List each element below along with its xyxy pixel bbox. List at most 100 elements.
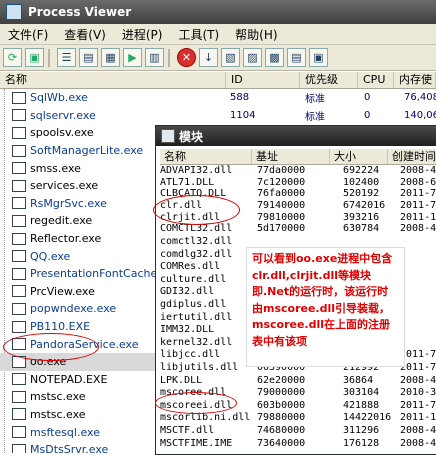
window-title: Process Viewer	[28, 5, 132, 19]
refresh-icon[interactable]: ⟳	[3, 48, 22, 67]
run-icon[interactable]: ▶	[123, 48, 142, 67]
module-name: comctl32.dll	[160, 236, 233, 248]
menu-help[interactable]: 帮助(H)	[227, 26, 285, 43]
module-row[interactable]: ATL71.DLL 7c120000 102400 2008-6	[160, 177, 436, 189]
menu-bar: 文件(F) 查看(V) 进程(P) 工具(T) 帮助(H)	[0, 24, 436, 45]
module-row[interactable]: COMCTL32.dll 5d170000 630784 2008-4	[160, 223, 436, 236]
process-row[interactable]: SqlWb.exe 588 标准 0 76,408	[0, 89, 436, 107]
process-id: 588	[230, 92, 250, 104]
modules-column-created[interactable]: 创建时间	[388, 149, 436, 164]
process-name: SqlWb.exe	[30, 91, 88, 105]
modules-column-size[interactable]: 大小	[330, 149, 388, 164]
process-name: NOTEPAD.EXE	[30, 372, 108, 386]
modules-window-icon	[161, 129, 175, 143]
module-size: 176128	[343, 437, 380, 449]
module-name: gdiplus.dll	[160, 299, 227, 310]
windows-icon[interactable]: ▨	[243, 48, 262, 67]
module-name: kernel32.dll	[160, 336, 233, 348]
column-cpu[interactable]: CPU	[358, 72, 394, 88]
process-icon	[12, 426, 26, 439]
process-id: 1104	[230, 109, 256, 121]
module-row[interactable]: MSCTF.dll 74680000 311296 2008-4	[160, 425, 436, 438]
module-created: 2008-4	[400, 437, 436, 449]
process-name: regedit.exe	[30, 214, 93, 228]
column-name[interactable]: 名称	[0, 72, 226, 88]
module-created: 2011-7	[400, 188, 436, 200]
module-created: 2011-1	[400, 412, 436, 424]
module-created: 2010-3	[400, 387, 436, 399]
process-name: smss.exe	[30, 161, 81, 175]
module-name: IMM32.DLL	[160, 324, 215, 336]
module-row[interactable]: MSCTFIME.IME 73640000 176128 2008-4	[160, 438, 436, 451]
process-icon	[12, 320, 26, 333]
process-icon	[12, 197, 26, 210]
module-name: ADVAPI32.dll	[160, 165, 233, 176]
column-memory[interactable]: 内存使	[394, 72, 436, 88]
toolbar-separator	[48, 48, 50, 67]
process-list-header: 名称 ID 优先级 CPU 内存使	[0, 72, 436, 89]
module-base: 74680000	[257, 424, 306, 436]
column-priority[interactable]: 优先级	[300, 72, 358, 88]
module-base: 79810000	[257, 211, 306, 223]
process-memory: 140,06	[404, 109, 436, 121]
module-size: 303104	[343, 387, 380, 399]
details-view-icon[interactable]: ▤	[79, 48, 98, 67]
module-created: 2008-4	[400, 165, 436, 176]
process-name: QQ.exe	[30, 249, 71, 263]
module-row[interactable]: ADVAPI32.dll 77da0000 692224 2008-4	[160, 165, 436, 177]
module-name: comdlg32.dll	[160, 248, 233, 260]
list-view-icon[interactable]: ☰	[57, 48, 76, 67]
process-name: MsDtsSrvr.exe	[30, 443, 109, 453]
module-row[interactable]: LPK.DLL 62e20000 36864 2008-4	[160, 375, 436, 388]
module-size: 311296	[343, 424, 380, 436]
module-name: libjcc.dll	[160, 349, 221, 361]
save-icon[interactable]: ▣	[25, 48, 44, 67]
module-created: 2008-4	[400, 374, 436, 386]
process-name: mstsc.exe	[30, 407, 86, 421]
process-row[interactable]: sqlservr.exe 1104 标准 0 140,06	[0, 107, 436, 125]
tree-view-icon[interactable]: ▦	[101, 48, 120, 67]
services-icon[interactable]: ▩	[265, 48, 284, 67]
process-icon	[12, 302, 26, 315]
title-bar: Process Viewer	[0, 0, 436, 24]
kill-process-icon[interactable]: ✕	[177, 48, 196, 67]
column-id[interactable]: ID	[226, 72, 300, 88]
module-created: 2008-6	[400, 176, 436, 188]
module-size: 630784	[343, 223, 380, 235]
info-icon[interactable]: ▣	[309, 48, 328, 67]
module-row[interactable]: mscorlib.ni.dll 79880000 14422016 2011-1	[160, 412, 436, 425]
module-created: 2011-7	[400, 349, 436, 361]
menu-process[interactable]: 进程(P)	[114, 26, 171, 43]
memory-icon[interactable]: ▧	[221, 48, 240, 67]
process-memory: 76,408	[404, 92, 436, 104]
module-size: 520192	[343, 188, 380, 200]
module-base: 7c120000	[257, 176, 306, 188]
process-priority: 标准	[305, 111, 325, 123]
module-base: 77da0000	[257, 165, 306, 176]
process-icon	[12, 214, 26, 227]
module-created: 2011-1	[400, 211, 436, 223]
menu-file[interactable]: 文件(F)	[0, 26, 56, 43]
priority-icon[interactable]: ↓	[199, 48, 218, 67]
module-name: ATL71.DLL	[160, 176, 215, 188]
process-name: PrcView.exe	[30, 284, 95, 298]
module-name: MSCTFIME.IME	[160, 437, 233, 449]
process-name: services.exe	[30, 179, 99, 193]
process-name: SoftManagerLite.exe	[30, 144, 144, 158]
modules-column-name[interactable]: 名称	[160, 149, 252, 164]
process-name: sqlservr.exe	[30, 108, 96, 122]
modules-icon[interactable]: ▥	[145, 48, 164, 67]
module-base: 62e20000	[257, 374, 306, 386]
highlight-clr-modules	[153, 195, 240, 225]
process-icon	[12, 373, 26, 386]
drivers-icon[interactable]: ▤	[287, 48, 306, 67]
module-name: COMRes.dll	[160, 261, 221, 273]
menu-tools[interactable]: 工具(T)	[170, 26, 227, 43]
process-icon	[12, 267, 26, 280]
modules-column-base[interactable]: 基址	[252, 149, 330, 164]
menu-view[interactable]: 查看(V)	[56, 26, 114, 43]
process-name: PB110.EXE	[30, 320, 91, 334]
process-icon	[12, 91, 26, 104]
process-icon	[12, 232, 26, 245]
module-name: GDI32.dll	[160, 286, 215, 298]
